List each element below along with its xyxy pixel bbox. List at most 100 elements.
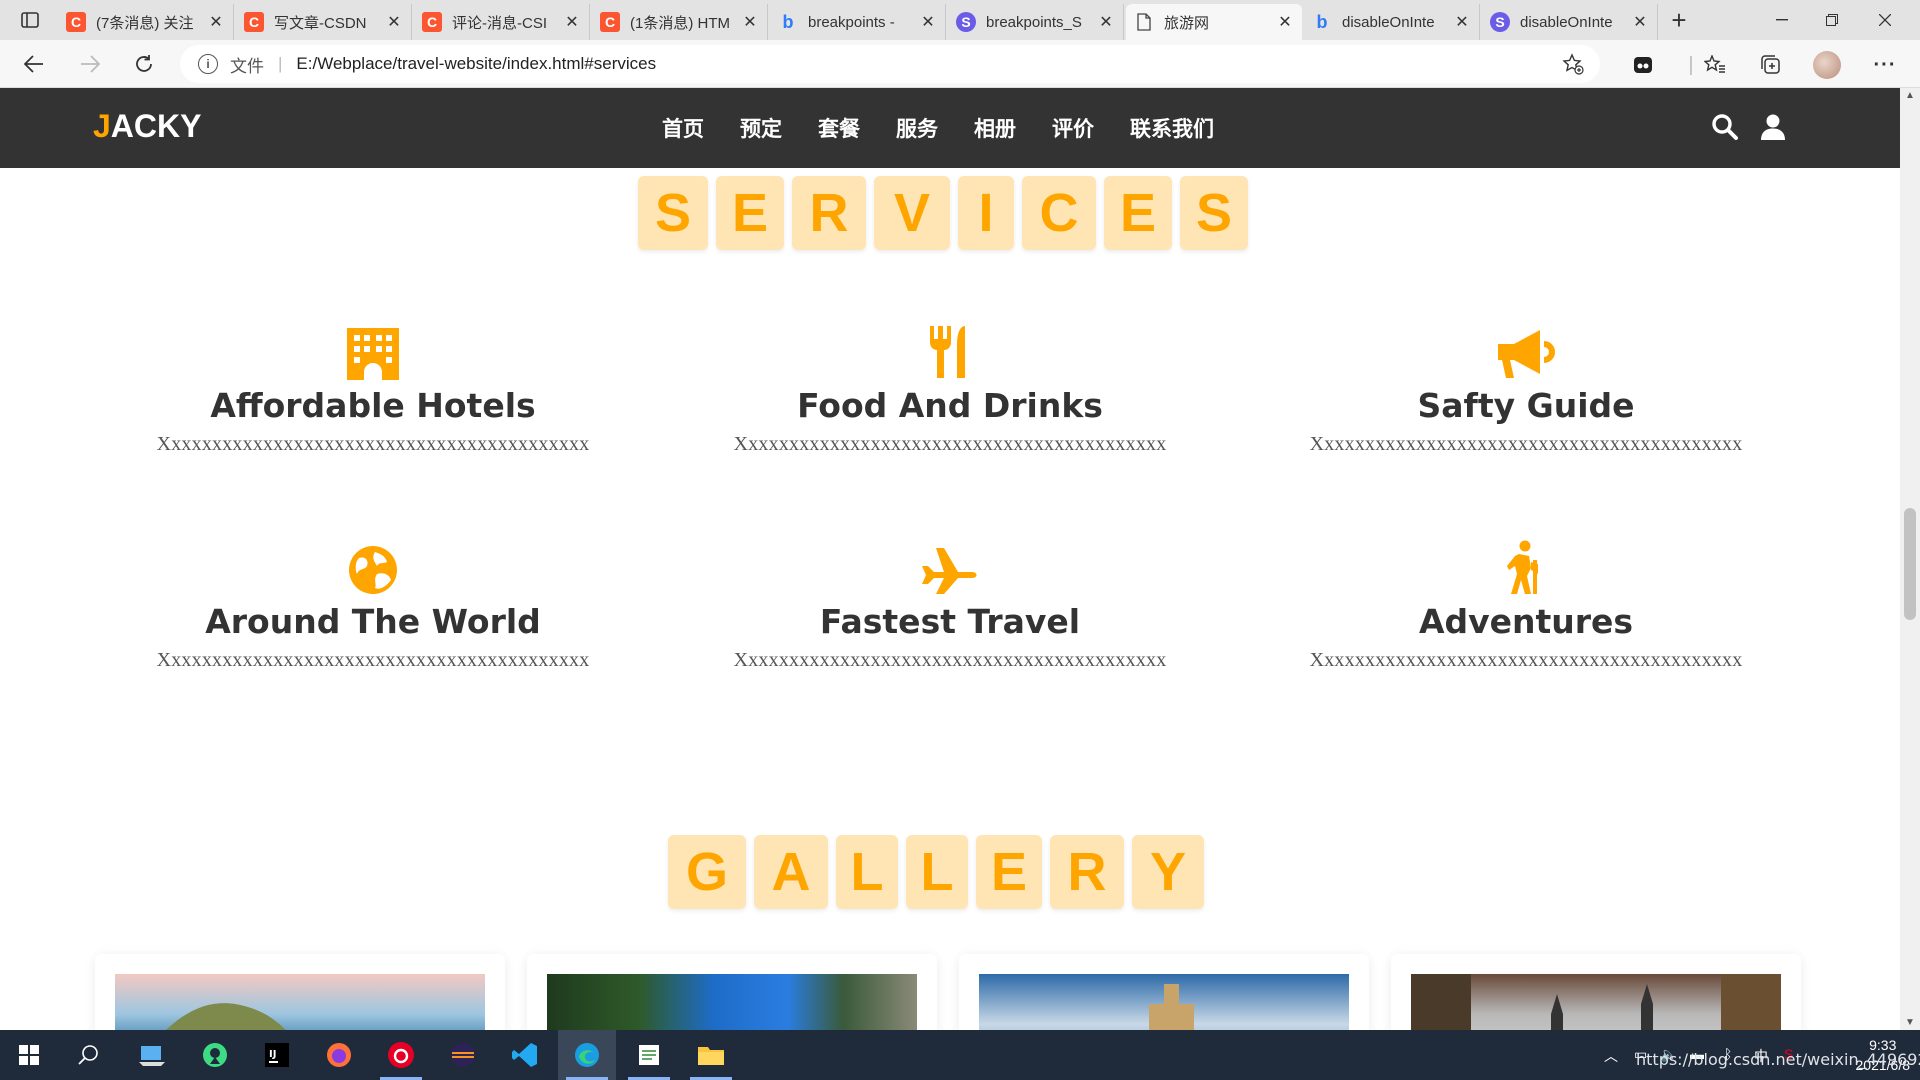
- browser-tab[interactable]: 旅游网 ✕: [1126, 4, 1302, 40]
- service-title: Around The World: [205, 602, 541, 641]
- gallery-card[interactable]: [95, 954, 505, 1030]
- tab-close-icon[interactable]: ✕: [385, 12, 403, 32]
- gallery-image-island[interactable]: [115, 974, 485, 1030]
- browser-tab[interactable]: Sbreakpoints_S ✕: [948, 4, 1124, 40]
- page-scrollbar[interactable]: ▲ ▼: [1900, 88, 1920, 1030]
- tab-close-icon[interactable]: ✕: [1276, 12, 1294, 32]
- main-nav: 首页 预定 套餐 服务 相册 评价 联系我们: [662, 113, 1250, 143]
- browser-tab[interactable]: b disableOnInte ✕: [1304, 4, 1480, 40]
- url-text[interactable]: E:/Webplace/travel-website/index.html#se…: [296, 54, 656, 74]
- minimize-button[interactable]: [1760, 0, 1804, 40]
- bullhorn-icon: [1266, 324, 1786, 380]
- profile-avatar[interactable]: [1812, 50, 1842, 80]
- service-item: Safty Guide Xxxxxxxxxxxxxxxxxxxxxxxxxxxxx…: [1266, 324, 1786, 456]
- browser-tab[interactable]: C (7条消息) 关注 ✕: [58, 4, 234, 40]
- start-button[interactable]: [0, 1030, 58, 1080]
- gallery-image-cliffs[interactable]: [547, 974, 917, 1030]
- nav-link[interactable]: 套餐: [818, 113, 860, 143]
- tab-actions-icon[interactable]: [14, 0, 46, 40]
- gallery-card[interactable]: [1391, 954, 1801, 1030]
- heading-letter: Y: [1132, 835, 1204, 909]
- gallery-heading: GALLERY: [668, 835, 1204, 909]
- service-description: Xxxxxxxxxxxxxxxxxxxxxxxxxxxxxxxxxxxxxxxx…: [1309, 649, 1743, 671]
- gallery-card[interactable]: [527, 954, 937, 1030]
- scroll-up-arrow-icon[interactable]: ▲: [1900, 90, 1920, 101]
- tab-title: 写文章-CSDN: [274, 14, 367, 32]
- browser-tab[interactable]: b breakpoints - ✕: [770, 4, 946, 40]
- collections-icon[interactable]: [1756, 50, 1786, 80]
- utensils-icon: [690, 324, 1210, 380]
- search-icon[interactable]: [1710, 112, 1740, 142]
- windows-taskbar: IJ ︿ ▭ 🔈 ▬ ᛒ 中 S 9:33 2021/6/8: [0, 1030, 1920, 1080]
- nav-link[interactable]: 联系我们: [1130, 113, 1214, 143]
- netease-music-icon[interactable]: [372, 1030, 430, 1080]
- search-taskbar-icon[interactable]: [60, 1030, 118, 1080]
- address-bar[interactable]: i 文件 | E:/Webplace/travel-website/index.…: [180, 45, 1600, 83]
- nav-link[interactable]: 预定: [740, 113, 782, 143]
- service-description: Xxxxxxxxxxxxxxxxxxxxxxxxxxxxxxxxxxxxxxxx…: [156, 433, 590, 455]
- info-icon[interactable]: i: [198, 54, 218, 74]
- nav-link[interactable]: 相册: [974, 113, 1016, 143]
- tab-close-icon[interactable]: ✕: [1631, 12, 1649, 32]
- nav-link[interactable]: 评价: [1052, 113, 1094, 143]
- nav-link[interactable]: 服务: [896, 113, 938, 143]
- edge-icon[interactable]: [558, 1030, 616, 1080]
- forward-button[interactable]: [74, 48, 106, 80]
- vscode-icon[interactable]: [496, 1030, 554, 1080]
- restore-button[interactable]: [1810, 0, 1854, 40]
- refresh-button[interactable]: [128, 48, 160, 80]
- new-tab-button[interactable]: +: [1662, 0, 1696, 40]
- tab-close-icon[interactable]: ✕: [919, 12, 937, 32]
- add-favorite-icon[interactable]: [1562, 53, 1584, 80]
- gallery-image-temple[interactable]: [979, 974, 1349, 1030]
- service-title: Fastest Travel: [819, 602, 1081, 641]
- tab-title: breakpoints_S: [986, 13, 1082, 31]
- tab-close-icon[interactable]: ✕: [1097, 12, 1115, 32]
- hiking-icon: [1266, 540, 1786, 596]
- user-icon[interactable]: [1758, 112, 1788, 142]
- plane-icon: [690, 540, 1210, 596]
- notepad-icon[interactable]: [620, 1030, 678, 1080]
- tab-close-icon[interactable]: ✕: [1453, 12, 1471, 32]
- gallery-card[interactable]: [959, 954, 1369, 1030]
- browser-tab[interactable]: SdisableOnInte ✕: [1482, 4, 1658, 40]
- browser-toolbar: i 文件 | E:/Webplace/travel-website/index.…: [0, 40, 1920, 88]
- tab-close-icon[interactable]: ✕: [207, 12, 225, 32]
- service-item: Adventures Xxxxxxxxxxxxxxxxxxxxxxxxxxxxxx…: [1266, 540, 1786, 672]
- app-icon[interactable]: [186, 1030, 244, 1080]
- s-icon: S: [1490, 12, 1510, 32]
- favorites-icon[interactable]: [1700, 50, 1730, 80]
- tab-title: 评论-消息-CSI: [452, 14, 547, 32]
- site-logo[interactable]: JACKY: [93, 108, 201, 145]
- heading-letter: V: [874, 176, 950, 250]
- eclipse-icon[interactable]: [434, 1030, 492, 1080]
- nav-link[interactable]: 首页: [662, 113, 704, 143]
- heading-letter: S: [638, 176, 708, 250]
- app-icon[interactable]: [124, 1030, 182, 1080]
- heading-letter: E: [976, 835, 1042, 909]
- more-options-icon[interactable]: ···: [1870, 50, 1900, 80]
- browser-tab[interactable]: C 评论-消息-CSI ✕: [414, 4, 590, 40]
- close-window-button[interactable]: [1860, 0, 1910, 40]
- tray-chevron-icon[interactable]: ︿: [1604, 1046, 1618, 1066]
- page-icon: [1134, 12, 1154, 32]
- tab-close-icon[interactable]: ✕: [741, 12, 759, 32]
- browser-tab[interactable]: C 写文章-CSDN ✕: [236, 4, 412, 40]
- firefox-icon[interactable]: [310, 1030, 368, 1080]
- scroll-down-arrow-icon[interactable]: ▼: [1900, 1017, 1920, 1028]
- back-button[interactable]: [18, 48, 50, 80]
- address-separator: |: [278, 54, 283, 73]
- tab-close-icon[interactable]: ✕: [563, 12, 581, 32]
- gallery-image-gate[interactable]: [1411, 974, 1781, 1030]
- tab-title: breakpoints -: [808, 13, 895, 31]
- intellij-icon[interactable]: IJ: [248, 1030, 306, 1080]
- extension-icon[interactable]: [1628, 50, 1658, 80]
- browser-tab[interactable]: C (1条消息) HTM ✕: [592, 4, 768, 40]
- csdn-icon: C: [422, 12, 442, 32]
- tab-title: disableOnInte: [1342, 13, 1435, 31]
- scrollbar-thumb[interactable]: [1904, 508, 1916, 620]
- service-description: Xxxxxxxxxxxxxxxxxxxxxxxxxxxxxxxxxxxxxxxx…: [733, 649, 1167, 671]
- service-title: Affordable Hotels: [210, 386, 536, 425]
- site-header: JACKY 首页 预定 套餐 服务 相册 评价 联系我们: [0, 88, 1900, 168]
- file-explorer-icon[interactable]: [682, 1030, 740, 1080]
